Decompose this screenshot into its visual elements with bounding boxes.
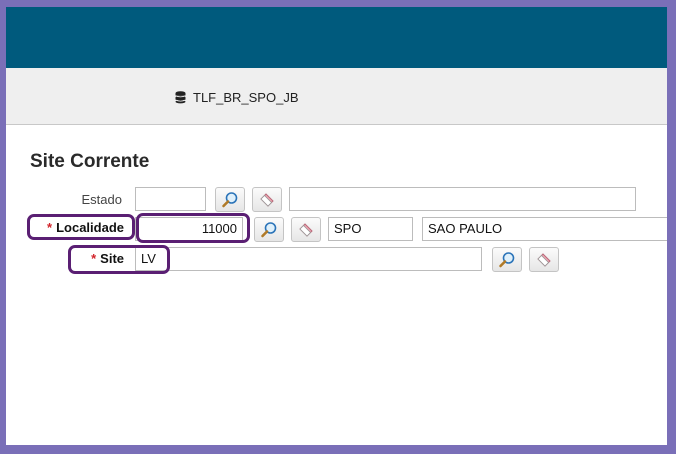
estado-clear-button[interactable] bbox=[252, 187, 282, 212]
magnifier-icon bbox=[499, 251, 515, 267]
estado-search-button[interactable] bbox=[215, 187, 245, 212]
eraser-icon bbox=[537, 252, 551, 267]
localidade-input[interactable]: 11000 bbox=[135, 217, 243, 241]
site-label: * Site bbox=[91, 251, 124, 266]
estado-input[interactable] bbox=[135, 187, 206, 211]
required-marker: * bbox=[47, 220, 53, 235]
connection-bar: TLF_BR_SPO_JB bbox=[6, 68, 667, 125]
connection-indicator: TLF_BR_SPO_JB bbox=[175, 90, 299, 105]
magnifier-icon bbox=[222, 191, 238, 207]
estado-label: Estado bbox=[81, 192, 122, 207]
page-title: Site Corrente bbox=[30, 151, 150, 172]
app-window: TLF_BR_SPO_JB Site Corrente Estado * Loca… bbox=[6, 7, 667, 445]
site-clear-button[interactable] bbox=[529, 247, 559, 272]
localidade-search-button[interactable] bbox=[254, 217, 284, 242]
estado-description bbox=[289, 187, 636, 211]
site-input[interactable]: LV bbox=[135, 247, 482, 271]
database-icon bbox=[175, 91, 186, 104]
eraser-icon bbox=[299, 222, 313, 237]
localidade-description: SAO PAULO bbox=[422, 217, 667, 241]
magnifier-icon bbox=[261, 221, 277, 237]
eraser-icon bbox=[260, 192, 274, 207]
connection-name: TLF_BR_SPO_JB bbox=[193, 90, 299, 105]
localidade-code: SPO bbox=[328, 217, 413, 241]
site-search-button[interactable] bbox=[492, 247, 522, 272]
localidade-clear-button[interactable] bbox=[291, 217, 321, 242]
localidade-label: * Localidade bbox=[47, 220, 124, 235]
top-header-bar bbox=[6, 7, 667, 68]
required-marker: * bbox=[91, 251, 97, 266]
